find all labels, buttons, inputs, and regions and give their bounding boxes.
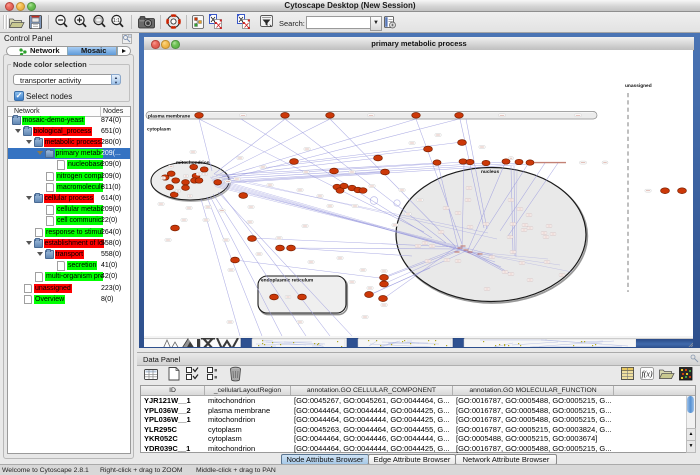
svg-text:plasma membrane: plasma membrane	[148, 113, 190, 119]
svg-text:f(x): f(x)	[641, 370, 652, 379]
svg-text:1:1: 1:1	[113, 18, 120, 24]
svg-text:cytoplasm: cytoplasm	[147, 127, 171, 133]
svg-text:endoplasmic reticulum: endoplasmic reticulum	[261, 278, 313, 284]
svg-text:unassigned: unassigned	[625, 83, 652, 89]
svg-text:nucleus: nucleus	[481, 169, 499, 175]
